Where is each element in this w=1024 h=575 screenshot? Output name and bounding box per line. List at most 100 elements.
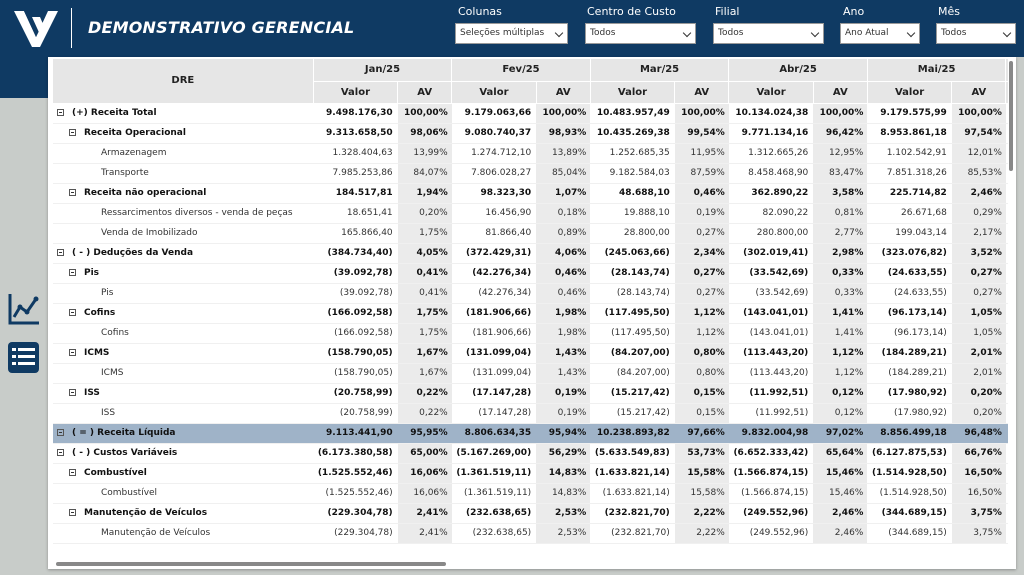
valor-cell: (302.019,41)	[728, 243, 814, 264]
av-cell: 2,41%	[397, 523, 452, 544]
av-cell: 1,05%	[951, 303, 1006, 324]
collapse-toggle-icon[interactable]	[57, 249, 64, 256]
av-cell: 0,41%	[397, 283, 452, 304]
collapse-toggle-icon[interactable]	[69, 309, 76, 316]
row-label: Venda de Imobilizado	[101, 228, 198, 238]
valor-cell: 11.484.327,19	[1005, 123, 1008, 144]
month-header[interactable]: Fev/25	[451, 59, 591, 82]
valor-cell: 9.179.575,99	[867, 103, 952, 124]
av-header[interactable]: AV	[674, 81, 730, 104]
valor-cell: (1.514.928,50)	[867, 463, 952, 484]
dre-matrix[interactable]: DRE Jan/25Fev/25Mar/25Abr/25Mai/25Jun/25…	[53, 59, 1008, 564]
left-nav-background	[0, 98, 48, 575]
row-label-cell: ICMS	[53, 343, 314, 364]
av-cell: 1,94%	[397, 183, 452, 204]
month-header[interactable]: Abr/25	[728, 59, 868, 82]
valor-header[interactable]: Valor	[313, 81, 399, 104]
av-cell: 0,27%	[674, 263, 729, 284]
av-cell: 96,42%	[813, 123, 868, 144]
row-label: Manutenção de Veículos	[84, 508, 208, 518]
av-cell: 1,12%	[674, 303, 729, 324]
valor-cell: 10.134.024,38	[728, 103, 814, 124]
av-header[interactable]: AV	[951, 81, 1007, 104]
av-cell: 0,33%	[813, 263, 868, 284]
av-cell: 2,01%	[951, 343, 1006, 364]
table-list-icon[interactable]	[7, 341, 40, 374]
av-cell: 98,06%	[397, 123, 452, 144]
av-cell: 0,80%	[674, 343, 729, 364]
av-cell: 0,27%	[951, 283, 1006, 304]
valor-header[interactable]: Valor	[590, 81, 676, 104]
collapse-toggle-icon[interactable]	[69, 269, 76, 276]
month-header[interactable]: Mai/25	[867, 59, 1007, 82]
valor-header[interactable]: Valor	[867, 81, 953, 104]
av-header[interactable]: AV	[397, 81, 453, 104]
collapse-toggle-icon[interactable]	[69, 129, 76, 136]
valor-header[interactable]: Valor	[451, 81, 537, 104]
av-cell: 16,50%	[951, 483, 1006, 504]
chevron-down-icon	[1002, 28, 1012, 38]
filter-ano-select[interactable]: Ano Atual	[840, 23, 920, 44]
row-label: Receita não operacional	[84, 188, 207, 198]
valor-cell: (145.381,92)	[1005, 363, 1008, 384]
av-cell: 13,89%	[536, 143, 591, 164]
av-header[interactable]: AV	[813, 81, 868, 104]
dre-header[interactable]: DRE	[53, 59, 314, 104]
av-cell: 96,48%	[951, 423, 1006, 444]
table-row: ( - ) Deduções da Venda (384.734,40) 4,05%…	[53, 243, 1008, 264]
valor-cell: (42.276,34)	[451, 283, 537, 304]
valor-cell: 19.888,10	[590, 203, 675, 224]
valor-cell: 18.651,41	[313, 203, 398, 224]
month-header[interactable]: Jun/25	[1005, 59, 1008, 82]
valor-cell: 9.182.584,03	[590, 163, 675, 184]
valor-cell: (6.652.333,42)	[728, 443, 814, 464]
collapse-toggle-icon[interactable]	[57, 109, 64, 116]
av-cell: 2,98%	[813, 243, 868, 264]
av-cell: 98,93%	[536, 123, 591, 144]
av-cell: 4,05%	[397, 243, 452, 264]
row-label: ( - ) Deduções da Venda	[72, 248, 194, 258]
av-cell: 99,54%	[674, 123, 729, 144]
collapse-toggle-icon[interactable]	[69, 189, 76, 196]
valor-cell: 28.800,00	[590, 223, 675, 244]
month-header[interactable]: Mar/25	[590, 59, 730, 82]
collapse-toggle-icon[interactable]	[57, 449, 64, 456]
valor-cell: 9.832.004,98	[728, 423, 814, 444]
row-label-cell: ISS	[53, 403, 314, 424]
row-label: ISS	[84, 388, 100, 398]
filter-filial-select[interactable]: Todos	[713, 23, 824, 44]
av-cell: 2,01%	[951, 363, 1006, 384]
collapse-toggle-icon[interactable]	[57, 429, 64, 436]
valor-header[interactable]: Valor	[1005, 81, 1008, 104]
horizontal-scrollbar[interactable]	[56, 562, 446, 566]
av-header[interactable]: AV	[536, 81, 591, 104]
month-header[interactable]: Jan/25	[313, 59, 453, 82]
valor-cell: (96.173,14)	[867, 323, 952, 344]
valor-cell: 26.671,68	[867, 203, 952, 224]
collapse-toggle-icon[interactable]	[69, 389, 76, 396]
av-cell: 100,00%	[397, 103, 452, 124]
row-label: Cofins	[84, 308, 116, 318]
valor-cell: 11.535.358,85	[1005, 103, 1008, 124]
row-label: Ressarcimentos diversos - venda de peças	[101, 208, 293, 218]
valor-cell: (39.092,78)	[313, 263, 398, 284]
av-cell: 100,00%	[674, 103, 729, 124]
av-cell: 1,75%	[397, 223, 452, 244]
valor-header[interactable]: Valor	[728, 81, 814, 104]
valor-cell: 51.031,66	[1005, 183, 1008, 204]
line-chart-icon[interactable]	[7, 292, 41, 326]
vertical-scrollbar[interactable]	[1009, 61, 1013, 171]
filter-colunas-select[interactable]: Seleções múltiplas	[455, 23, 568, 44]
filter-mes-select[interactable]: Todos	[936, 23, 1016, 44]
collapse-toggle-icon[interactable]	[69, 349, 76, 356]
valor-cell: 8.856.499,18	[867, 423, 952, 444]
valor-cell: 1.328.404,63	[313, 143, 398, 164]
collapse-toggle-icon[interactable]	[69, 509, 76, 516]
collapse-toggle-icon[interactable]	[69, 469, 76, 476]
filter-centro-custo-select[interactable]: Todos	[585, 23, 696, 44]
valor-cell: (254.258,28)	[1005, 523, 1008, 544]
valor-cell: 8.953.861,18	[867, 123, 952, 144]
av-cell: 1,41%	[813, 303, 868, 324]
av-cell: 11,95%	[674, 143, 729, 164]
av-cell: 0,15%	[674, 383, 729, 404]
